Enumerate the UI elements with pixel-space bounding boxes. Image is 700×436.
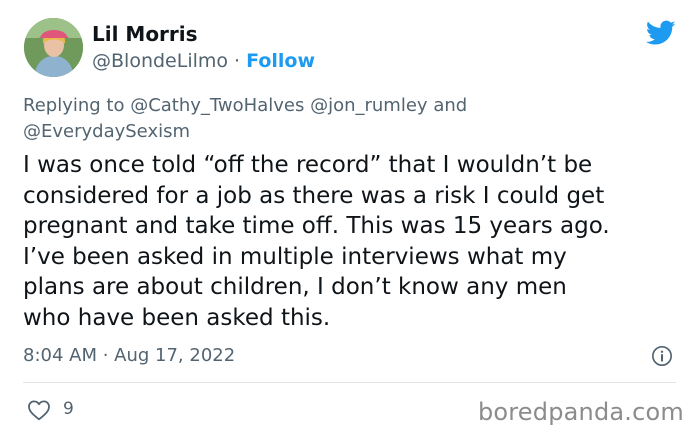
divider <box>23 382 676 383</box>
reply-and: and <box>433 95 468 116</box>
tweet-text-line: pregnant and take time off. This was 15 … <box>23 213 610 239</box>
tweet-text-line: I’ve been asked in multiple interviews w… <box>23 243 567 270</box>
tweet-text-line: who have been asked this. <box>23 304 331 331</box>
reply-context-line-1: Replying to @Cathy_TwoHalves @jon_rumley… <box>23 93 683 119</box>
tweet-text-line: I was once told “off the record” that I … <box>23 152 593 178</box>
watermark: boredpanda.com <box>477 398 684 426</box>
reply-mention[interactable]: @Cathy_TwoHalves <box>130 95 304 116</box>
avatar[interactable] <box>24 18 83 77</box>
author-display-name[interactable]: Lil Morris <box>92 22 198 46</box>
tweet-text: I was once told “off the record” that I … <box>23 150 683 333</box>
tweet-timestamp[interactable]: 8:04 AM · Aug 17, 2022 <box>23 345 235 366</box>
like-count: 9 <box>63 399 74 419</box>
reply-context-line-2: @EverydaySexism <box>23 119 683 145</box>
follow-button[interactable]: Follow <box>246 50 315 72</box>
reply-mention[interactable]: @EverydaySexism <box>23 121 190 142</box>
heart-icon[interactable] <box>27 399 51 421</box>
author-handle[interactable]: @BlondeLilmo <box>92 50 228 72</box>
info-icon[interactable] <box>651 345 673 367</box>
reply-prefix: Replying to <box>23 95 131 116</box>
reply-mention[interactable]: @jon_rumley <box>310 95 428 116</box>
tweet-text-line: plans are about children, I don’t know a… <box>23 274 567 300</box>
twitter-bird-icon[interactable] <box>646 20 676 46</box>
handle-separator: · <box>228 50 247 72</box>
tweet-text-line: considered for a job as there was a risk… <box>23 182 605 209</box>
author-handle-row: @BlondeLilmo · Follow <box>92 50 315 72</box>
